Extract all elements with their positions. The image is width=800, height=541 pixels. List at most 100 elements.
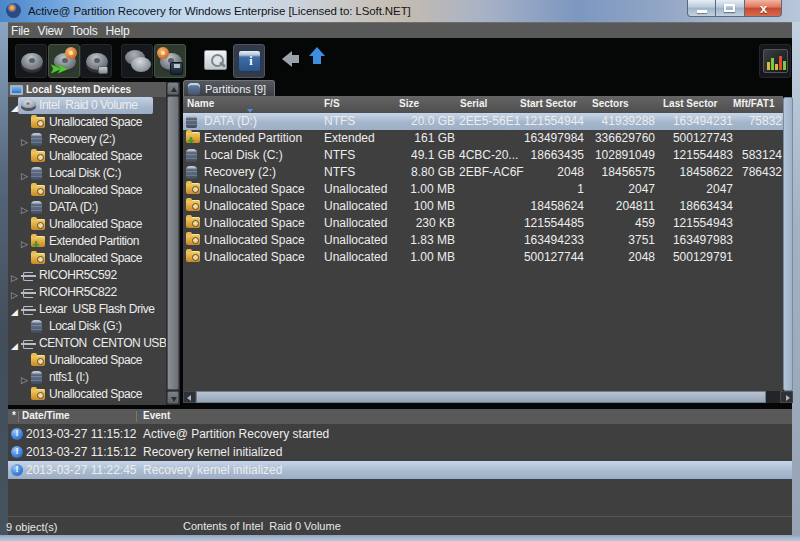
folder-search-icon <box>186 200 200 211</box>
tree-item-unallocated-space[interactable]: Unallocated Space <box>8 216 166 233</box>
title-bar[interactable]: Active@ Partition Recovery for Windows E… <box>0 0 800 22</box>
tree-scrollbar[interactable] <box>166 82 180 405</box>
partitions-hscrollbar-thumb[interactable] <box>196 391 766 403</box>
close-button[interactable]: x <box>744 0 782 17</box>
tree-item-unallocated-space[interactable]: Unallocated Space <box>8 352 166 369</box>
minimize-button[interactable] <box>687 0 716 17</box>
down-arrow-icon <box>171 397 177 402</box>
column-header-fs[interactable]: F/S <box>324 98 340 109</box>
maximize-button[interactable] <box>716 0 744 17</box>
tree-item-local-disk-c[interactable]: ▷Local Disk (C:) <box>8 165 166 182</box>
cell-start: 163494233 <box>483 232 584 249</box>
tree-scroll-up-button[interactable] <box>167 82 179 95</box>
log-event: Active@ Partition Recovery started <box>143 425 329 443</box>
tab-partitions-label: Partitions [9] <box>205 83 266 95</box>
tree-item-extended-partition[interactable]: ▷Extended Partition <box>8 233 166 250</box>
log-row[interactable]: 2013-03-27 11:15:12Active@ Partition Rec… <box>8 425 792 443</box>
partitions-vertical-scrollbar[interactable] <box>783 97 793 391</box>
partition-row-recovery-2[interactable]: Recovery (2:)NTFS8.80 GB2EBF-AC6F2048184… <box>183 164 783 181</box>
tree-scrollbar-thumb[interactable] <box>167 96 179 390</box>
chart-bar <box>771 58 774 70</box>
tree-item-ntfs1-i[interactable]: ▷ntfs1 (I:) <box>8 369 166 386</box>
tree-item-recovery-2[interactable]: ▷Recovery (2:) <box>8 131 166 148</box>
usb-device-icon <box>21 289 36 296</box>
column-header-last-sector[interactable]: Last Sector <box>663 98 717 109</box>
cell-size: 1.83 MB <box>378 232 455 249</box>
tree-item-label: Recovery (2:) <box>49 131 115 148</box>
tab-partitions[interactable]: Partitions [9] <box>183 80 275 97</box>
tree-item-ricohr5c592[interactable]: ▷RICOHR5C592 <box>8 267 166 284</box>
tree-scroll-down-button[interactable] <box>167 391 179 404</box>
column-header-sectors[interactable]: Sectors <box>592 98 629 109</box>
partitions-grid-header: Name F/S Size Serial Start Sector Sector… <box>183 96 783 113</box>
cell-name: Unallocated Space <box>204 249 305 266</box>
column-header-name[interactable]: Name <box>187 98 214 109</box>
toolbar-button-open-partition[interactable] <box>80 44 112 78</box>
tree-item-intel-raid-0-volume[interactable]: ◢Intel Raid 0 Volume <box>8 97 166 114</box>
partition-row-unallocated-space[interactable]: Unallocated SpaceUnallocated230 KB121554… <box>183 215 783 232</box>
toolbar-button-save-disk-image[interactable] <box>154 44 186 78</box>
cell-last: 121554483 <box>661 147 733 164</box>
tree-item-local-disk-g[interactable]: Local Disk (G:) <box>8 318 166 335</box>
tree-header: Local System Devices <box>8 82 166 97</box>
toolbar-button-navigate-up[interactable] <box>302 44 334 78</box>
column-header-start-sector[interactable]: Start Sector <box>520 98 577 109</box>
toolbar-button-quick-scan[interactable]: ➤➤ <box>48 44 80 78</box>
partition-row-unallocated-space[interactable]: Unallocated SpaceUnallocated1.83 MB16349… <box>183 232 783 249</box>
tree-item-unallocated-space[interactable]: Unallocated Space <box>8 386 166 403</box>
toolbar-button-open-disk[interactable] <box>15 44 47 78</box>
right-arrow-icon <box>786 395 790 401</box>
log-header-divider <box>18 411 19 422</box>
partition-row-local-disk-c[interactable]: Local Disk (C:)NTFS49.1 GB4CBC-20...1866… <box>183 147 783 164</box>
partition-row-unallocated-space[interactable]: Unallocated SpaceUnallocated100 MB184586… <box>183 198 783 215</box>
cell-start: 121554944 <box>483 113 584 130</box>
scroll-left-button[interactable] <box>183 391 196 403</box>
partition-row-unallocated-space[interactable]: Unallocated SpaceUnallocated1.00 MB50012… <box>183 249 783 266</box>
partition-disk-icon <box>31 320 42 333</box>
toolbar-button-properties-info[interactable] <box>233 44 265 78</box>
cell-sect: 18456575 <box>583 164 655 181</box>
log-column-event[interactable]: Event <box>143 410 170 421</box>
partitions-panel: Partitions [9] Name F/S Size Serial Star… <box>183 80 793 405</box>
scroll-right-button[interactable] <box>780 391 793 403</box>
partition-disk-icon <box>186 149 197 162</box>
log-column-severity[interactable]: * <box>12 410 16 421</box>
partition-row-unallocated-space[interactable]: Unallocated SpaceUnallocated1.00 MB12047… <box>183 181 783 198</box>
tree-item-centon-centon-usb[interactable]: ◢CENTON CENTON USB <box>8 335 166 352</box>
tree-item-unallocated-space[interactable]: Unallocated Space <box>8 114 166 131</box>
left-arrow-icon <box>187 395 191 401</box>
menu-file[interactable]: File <box>8 23 34 39</box>
tree-item-label: DATA (D:) <box>49 199 98 216</box>
tree-item-ricohr5c822[interactable]: ▷RICOHR5C822 <box>8 284 166 301</box>
column-header-serial[interactable]: Serial <box>460 98 487 109</box>
log-row[interactable]: 2013-03-27 11:15:12Recovery kernel initi… <box>8 443 792 461</box>
toolbar-button-preview[interactable] <box>200 44 232 78</box>
cell-size: 1.00 MB <box>378 249 455 266</box>
toolbar-button-activity-monitor[interactable] <box>759 44 791 78</box>
menu-help[interactable]: Help <box>102 23 134 39</box>
column-header-mft[interactable]: Mft/FAT1 <box>733 98 774 109</box>
tree-item-unallocated-space[interactable]: Unallocated Space <box>8 182 166 199</box>
tree-item-label: Unallocated Space <box>49 216 142 233</box>
partition-row-extended-partition[interactable]: Extended PartitionExtended161 GB16349798… <box>183 130 783 147</box>
menu-tools[interactable]: Tools <box>67 23 102 39</box>
window-border-bottom <box>0 535 800 541</box>
log-row[interactable]: 2013-03-27 11:22:45Recovery kernel initi… <box>8 461 792 479</box>
tree-item-unallocated-space[interactable]: Unallocated Space <box>8 250 166 267</box>
partitions-horizontal-scrollbar[interactable] <box>183 391 793 403</box>
toolbar-button-last-scan-results[interactable] <box>121 44 153 78</box>
folder-search-icon <box>31 117 45 128</box>
tree-item-lexar-usb-flash-drive[interactable]: ◢Lexar USB Flash Drive <box>8 301 166 318</box>
cell-sect: 204811 <box>583 198 655 215</box>
cell-name: Local Disk (C:) <box>204 147 283 164</box>
cell-sect: 102891049 <box>583 147 655 164</box>
log-column-datetime[interactable]: Date/Time <box>22 410 70 421</box>
disc-icon <box>65 47 77 59</box>
column-header-size[interactable]: Size <box>399 98 419 109</box>
usb-device-icon <box>21 306 36 313</box>
green-arrows-icon: ➤➤ <box>50 61 64 76</box>
partition-row-data-d[interactable]: DATA (D:)NTFS20.0 GB2EE5-56E112155494441… <box>183 113 783 130</box>
tree-item-unallocated-space[interactable]: Unallocated Space <box>8 148 166 165</box>
tree-item-data-d[interactable]: ▷DATA (D:) <box>8 199 166 216</box>
menu-view[interactable]: View <box>34 23 67 39</box>
